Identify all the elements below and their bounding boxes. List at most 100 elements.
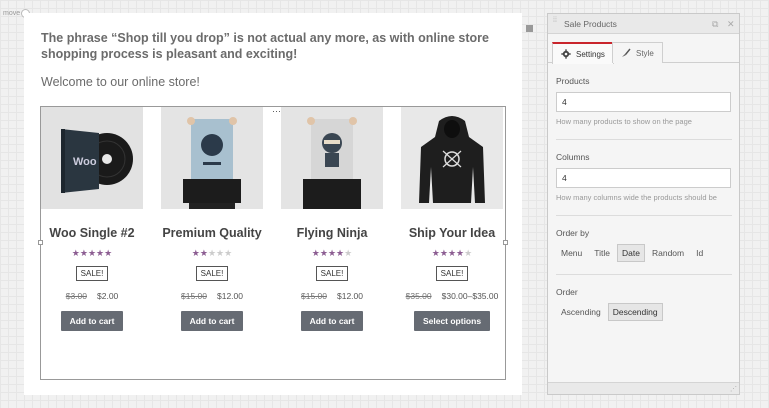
tab-settings[interactable]: Settings	[552, 42, 614, 64]
star-icon: ★	[447, 248, 457, 258]
poster-image[interactable]	[161, 107, 263, 209]
product-title[interactable]: Flying Ninja	[281, 226, 383, 240]
order-option-ascending[interactable]: Ascending	[556, 303, 606, 321]
order-by-options: Menu Title Date Random Id	[556, 244, 732, 262]
sale-badge: SALE!	[435, 266, 469, 281]
vinyl-record-image[interactable]: Woo	[41, 107, 143, 209]
price: $12.00	[217, 291, 243, 301]
product-card: Flying Ninja ★★★★★ SALE! $15.00 $12.00 Ad…	[281, 107, 383, 331]
order-setting: Order Ascending Descending	[556, 287, 732, 321]
product-card: Woo Woo Single #2 ★★★★★ SALE! $3.00 $2.00…	[41, 107, 143, 331]
sale-products-block[interactable]: ⋮ ⋯ Woo Woo Single #2 ★★★★★ SALE! $3.00$…	[38, 106, 508, 380]
products-count-input[interactable]	[556, 92, 731, 112]
old-price: $15.00	[301, 291, 327, 301]
panel-header[interactable]: ⁞⁞ Sale Products ⧉ ✕	[548, 14, 739, 34]
rating-stars: ★★★★★	[401, 248, 503, 258]
columns-help: How many columns wide the products shoul…	[556, 193, 717, 202]
product-card: Premium Quality ★★★★★ SALE! $15.00 $12.00…	[161, 107, 263, 331]
add-to-cart-button[interactable]: Add to cart	[60, 311, 124, 331]
order-by-option-title[interactable]: Title	[589, 244, 615, 262]
sale-badge: SALE!	[195, 266, 229, 281]
star-icon: ★	[311, 248, 320, 258]
price: $30.00–$35.00	[441, 291, 499, 301]
star-icon: ★	[327, 248, 337, 258]
star-icon: ★	[319, 248, 328, 258]
close-icon[interactable]: ✕	[727, 19, 735, 30]
product-title[interactable]: Premium Quality	[161, 226, 263, 240]
rating-stars: ★★★★★	[281, 248, 383, 258]
order-options: Ascending Descending	[556, 303, 732, 321]
products-help: How many products to show on the page	[556, 117, 692, 126]
products-label: Products	[556, 76, 590, 86]
resize-grip-icon[interactable]: ⋰	[730, 385, 737, 393]
sale-badge: SALE!	[75, 266, 109, 281]
product-card: Ship Your Idea ★★★★★ SALE! $35.00 $30.00–…	[401, 107, 503, 331]
price: $2.00	[97, 291, 119, 301]
star-icon: ★	[199, 248, 208, 258]
gear-icon	[561, 49, 571, 59]
product-title[interactable]: Woo Single #2	[41, 226, 143, 240]
order-option-descending[interactable]: Descending	[607, 303, 663, 321]
star-icon: ★	[216, 248, 225, 258]
tab-label: Settings	[576, 49, 605, 59]
svg-text:Woo: Woo	[73, 156, 97, 168]
price: $12.00	[337, 291, 363, 301]
star-icon: ★	[207, 248, 217, 258]
star-icon: ★	[431, 248, 440, 258]
star-icon: ★	[456, 248, 465, 258]
star-icon: ★	[336, 248, 345, 258]
panel-title: Sale Products	[564, 18, 617, 29]
rating-stars: ★★★★★	[161, 248, 263, 258]
star-icon: ★	[191, 248, 200, 258]
select-options-button[interactable]: Select options	[413, 311, 491, 331]
star-icon: ★	[344, 248, 353, 258]
star-icon: ★	[96, 248, 105, 258]
divider	[556, 274, 732, 275]
star-icon: ★	[79, 248, 88, 258]
tab-label: Style	[636, 48, 654, 58]
add-to-cart-button[interactable]: Add to cart	[300, 311, 364, 331]
move-label: move	[3, 10, 21, 17]
divider	[556, 139, 732, 140]
link-icon[interactable]: ⧉	[712, 19, 718, 30]
settings-panel: ⁞⁞ Sale Products ⧉ ✕ Settings Style Prod…	[547, 13, 740, 395]
star-icon: ★	[71, 248, 80, 258]
columns-setting: Columns How many columns wide the produc…	[556, 152, 732, 202]
rating-stars: ★★★★★	[41, 248, 143, 258]
star-icon: ★	[87, 248, 97, 258]
star-icon: ★	[439, 248, 448, 258]
order-label: Order	[556, 287, 578, 297]
panel-tabs: Settings Style	[548, 34, 739, 64]
hoodie-image[interactable]	[401, 107, 503, 209]
old-price: $3.00	[65, 291, 87, 301]
star-icon: ★	[464, 248, 473, 258]
old-price: $15.00	[181, 291, 207, 301]
intro-text: The phrase “Shop till you drop” is not a…	[41, 31, 489, 61]
old-price: $35.00	[405, 291, 432, 301]
tab-style[interactable]: Style	[612, 42, 663, 63]
drag-marker-icon[interactable]	[526, 25, 533, 32]
order-by-option-id[interactable]: Id	[691, 244, 708, 262]
brush-icon	[622, 48, 631, 57]
order-by-option-random[interactable]: Random	[647, 244, 689, 262]
columns-count-input[interactable]	[556, 168, 731, 188]
columns-label: Columns	[556, 152, 590, 162]
drag-grip-icon[interactable]: ⁞⁞	[553, 17, 557, 24]
order-by-option-date[interactable]: Date	[617, 244, 645, 262]
order-by-label: Order by	[556, 228, 590, 238]
welcome-text: Welcome to our online store!	[41, 75, 200, 89]
sale-badge: SALE!	[315, 266, 349, 281]
divider	[556, 215, 732, 216]
ninja-poster-image[interactable]	[281, 107, 383, 209]
order-by-setting: Order by Menu Title Date Random Id	[556, 228, 732, 262]
add-to-cart-button[interactable]: Add to cart	[180, 311, 244, 331]
star-icon: ★	[224, 248, 233, 258]
panel-footer: ⋰	[548, 382, 739, 394]
order-by-option-menu[interactable]: Menu	[556, 244, 587, 262]
product-title[interactable]: Ship Your Idea	[401, 226, 503, 240]
page-canvas: The phrase “Shop till you drop” is not a…	[24, 13, 522, 395]
block-more-icon[interactable]: ⋯	[272, 107, 281, 116]
star-icon: ★	[104, 248, 113, 258]
products-setting: Products How many products to show on th…	[556, 76, 732, 126]
resize-handle-right[interactable]	[503, 240, 508, 245]
